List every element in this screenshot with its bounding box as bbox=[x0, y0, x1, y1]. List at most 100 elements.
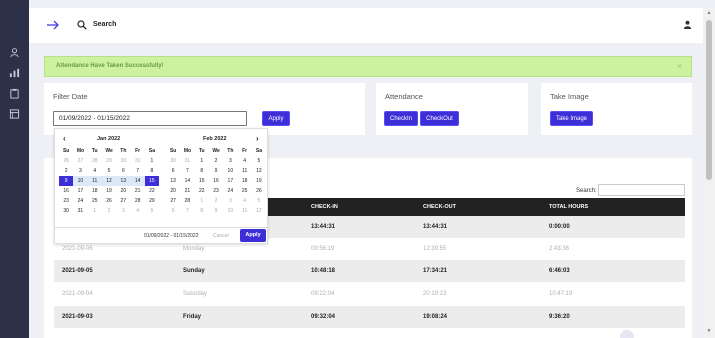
calendar-apply-button[interactable]: Apply bbox=[240, 229, 266, 242]
calendar-day[interactable]: 7 bbox=[180, 166, 194, 176]
calendar-day[interactable]: 19 bbox=[252, 176, 266, 186]
calendar-day[interactable]: 30 bbox=[166, 156, 180, 166]
calendar-day[interactable]: 27 bbox=[166, 196, 180, 206]
calendar-day[interactable]: 1 bbox=[145, 156, 159, 166]
calendar-day[interactable]: 2 bbox=[102, 206, 116, 216]
calendar-day[interactable]: 21 bbox=[130, 186, 144, 196]
calendar-day[interactable]: 28 bbox=[130, 196, 144, 206]
clipboard-icon[interactable] bbox=[9, 88, 20, 99]
calendar-day[interactable]: 27 bbox=[116, 196, 130, 206]
calendar-day[interactable]: 4 bbox=[237, 156, 251, 166]
apply-button[interactable]: Apply bbox=[262, 111, 290, 126]
calendar-day[interactable]: 1 bbox=[195, 196, 209, 206]
calendar-day[interactable]: 12 bbox=[252, 166, 266, 176]
calendar-day[interactable]: 2 bbox=[59, 166, 73, 176]
calendar-day[interactable]: 30 bbox=[116, 156, 130, 166]
calendar-day[interactable]: 23 bbox=[209, 186, 223, 196]
calendar-day[interactable]: 21 bbox=[180, 186, 194, 196]
calendar-day[interactable]: 24 bbox=[73, 196, 87, 206]
calendar-day[interactable]: 25 bbox=[237, 186, 251, 196]
calendar-day[interactable]: 26 bbox=[102, 196, 116, 206]
calendar-day[interactable]: 5 bbox=[102, 166, 116, 176]
column-total-hours[interactable]: TOTAL HOURS bbox=[549, 204, 588, 210]
column-checkout[interactable]: CHECK-OUT bbox=[423, 204, 456, 210]
calendar-day[interactable]: 29 bbox=[145, 196, 159, 206]
calendar-day[interactable]: 26 bbox=[252, 186, 266, 196]
scroll-down-icon[interactable]: ▼ bbox=[706, 328, 712, 334]
calendar-day[interactable]: 7 bbox=[180, 206, 194, 216]
calendar-day[interactable]: 13 bbox=[166, 176, 180, 186]
calendar-day[interactable]: 20 bbox=[116, 186, 130, 196]
calendar-day[interactable]: 17 bbox=[223, 176, 237, 186]
calendar-day[interactable]: 16 bbox=[209, 176, 223, 186]
calendar-day[interactable]: 12 bbox=[252, 206, 266, 216]
calendar-day[interactable]: 30 bbox=[59, 206, 73, 216]
calendar-day[interactable]: 11 bbox=[87, 176, 102, 186]
next-month-button[interactable]: › bbox=[256, 134, 259, 143]
calendar-day[interactable]: 10 bbox=[73, 176, 88, 186]
calendar-day[interactable]: 15 bbox=[195, 176, 209, 186]
table-search-input[interactable] bbox=[598, 184, 685, 196]
calendar-day[interactable]: 12 bbox=[101, 176, 117, 186]
close-icon[interactable]: × bbox=[677, 61, 682, 71]
calendar-icon[interactable] bbox=[9, 108, 20, 119]
calendar-day[interactable]: 11 bbox=[237, 166, 251, 176]
calendar-day[interactable]: 29 bbox=[102, 156, 116, 166]
calendar-day[interactable]: 26 bbox=[59, 156, 73, 166]
calendar-day[interactable]: 7 bbox=[130, 166, 144, 176]
chart-icon[interactable] bbox=[9, 67, 20, 78]
calendar-day[interactable]: 1 bbox=[88, 206, 102, 216]
scrollbar-thumb[interactable] bbox=[706, 20, 712, 180]
calendar-day[interactable]: 23 bbox=[59, 196, 73, 206]
calendar-day[interactable]: 5 bbox=[252, 156, 266, 166]
calendar-day[interactable]: 22 bbox=[195, 186, 209, 196]
calendar-day[interactable]: 24 bbox=[223, 186, 237, 196]
take-image-button[interactable]: Take Image bbox=[550, 111, 593, 126]
calendar-day[interactable]: 9 bbox=[59, 176, 74, 186]
calendar-day[interactable]: 4 bbox=[130, 206, 144, 216]
calendar-day[interactable]: 6 bbox=[166, 206, 180, 216]
date-range-input[interactable]: 01/09/2022 - 01/15/2022 bbox=[53, 111, 247, 126]
calendar-day[interactable]: 18 bbox=[237, 176, 251, 186]
calendar-day[interactable]: 1 bbox=[195, 156, 209, 166]
calendar-day[interactable]: 17 bbox=[73, 186, 87, 196]
calendar-day[interactable]: 14 bbox=[180, 176, 194, 186]
user-icon[interactable] bbox=[9, 47, 20, 58]
calendar-day[interactable]: 25 bbox=[88, 196, 102, 206]
calendar-day[interactable]: 8 bbox=[195, 206, 209, 216]
calendar-day[interactable]: 4 bbox=[88, 166, 102, 176]
calendar-day[interactable]: 18 bbox=[88, 186, 102, 196]
calendar-day[interactable]: 4 bbox=[237, 196, 251, 206]
calendar-day[interactable]: 6 bbox=[166, 166, 180, 176]
calendar-day[interactable]: 27 bbox=[73, 156, 87, 166]
search-label[interactable]: Search bbox=[93, 21, 116, 28]
checkout-button[interactable]: CheckOut bbox=[420, 111, 459, 126]
calendar-cancel-button[interactable]: Cancel bbox=[213, 233, 229, 239]
calendar-day[interactable]: 3 bbox=[116, 206, 130, 216]
checkin-button[interactable]: CheckIn bbox=[384, 111, 418, 126]
calendar-day[interactable]: 2 bbox=[209, 196, 223, 206]
calendar-day[interactable]: 31 bbox=[130, 156, 144, 166]
calendar-day[interactable]: 8 bbox=[145, 166, 159, 176]
calendar-day[interactable]: 5 bbox=[252, 196, 266, 206]
calendar-day[interactable]: 9 bbox=[209, 166, 223, 176]
calendar-day[interactable]: 14 bbox=[130, 176, 145, 186]
calendar-day[interactable]: 28 bbox=[180, 196, 194, 206]
calendar-day[interactable]: 10 bbox=[223, 166, 237, 176]
calendar-day[interactable]: 10 bbox=[223, 206, 237, 216]
search-icon[interactable] bbox=[77, 20, 87, 30]
calendar-day[interactable]: 20 bbox=[166, 186, 180, 196]
calendar-day[interactable]: 31 bbox=[180, 156, 194, 166]
calendar-day[interactable]: 16 bbox=[59, 186, 73, 196]
calendar-day[interactable]: 31 bbox=[73, 206, 87, 216]
calendar-day[interactable]: 3 bbox=[73, 166, 87, 176]
calendar-day[interactable]: 8 bbox=[195, 166, 209, 176]
calendar-day[interactable]: 11 bbox=[237, 206, 251, 216]
calendar-day[interactable]: 5 bbox=[145, 206, 159, 216]
calendar-day[interactable]: 15 bbox=[144, 176, 160, 186]
column-checkin[interactable]: CHECK-IN bbox=[311, 204, 338, 210]
calendar-day[interactable]: 9 bbox=[209, 206, 223, 216]
calendar-day[interactable]: 2 bbox=[209, 156, 223, 166]
calendar-day[interactable]: 13 bbox=[116, 176, 131, 186]
calendar-day[interactable]: 19 bbox=[102, 186, 116, 196]
